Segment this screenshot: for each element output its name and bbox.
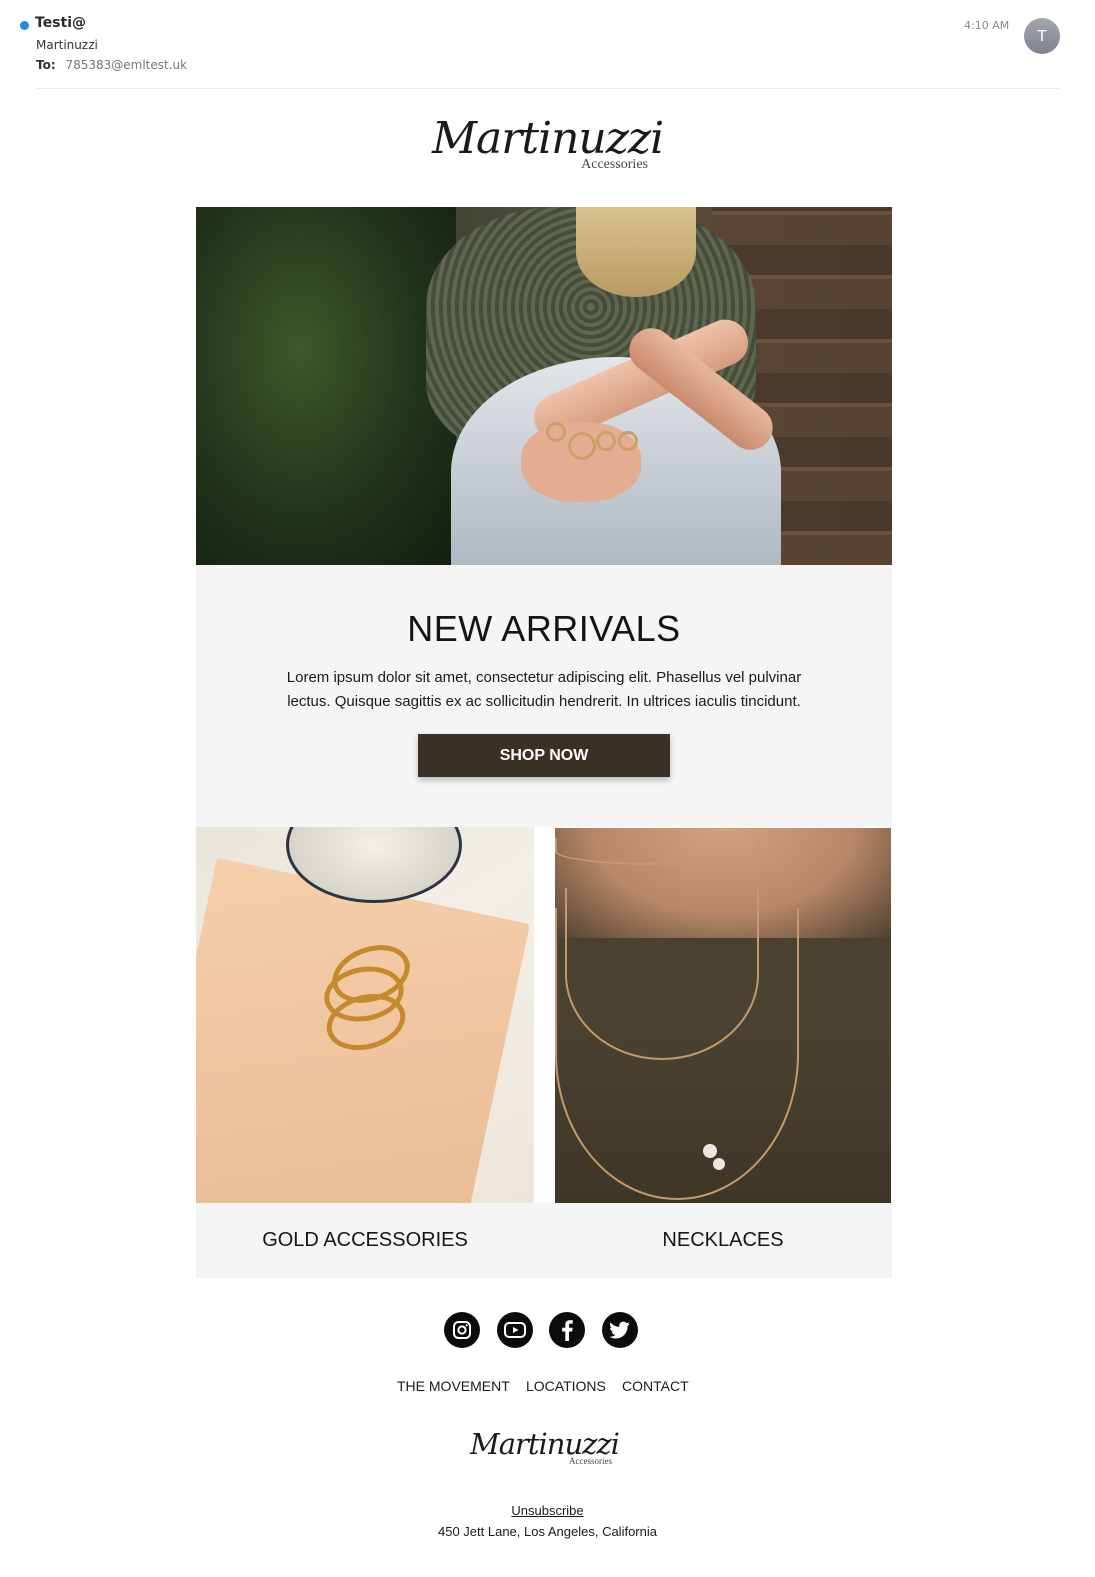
necklace-chain <box>555 838 759 865</box>
product-label-necklaces[interactable]: NECKLACES <box>555 1229 891 1252</box>
unsubscribe-link[interactable]: Unsubscribe <box>0 1503 1095 1518</box>
shop-now-button[interactable]: SHOP NOW <box>418 734 670 777</box>
logo-wordmark: Martinuzzi <box>470 1427 620 1461</box>
pearl-pendant <box>713 1158 725 1170</box>
received-time: 4:10 AM <box>964 19 1010 32</box>
brand-logo[interactable]: Martinuzzi Accessories <box>432 113 664 172</box>
product-label-gold-accessories[interactable]: GOLD ACCESSORIES <box>196 1229 534 1252</box>
avatar-initial: T <box>1037 27 1047 45</box>
section-title: NEW ARRIVALS <box>407 608 681 649</box>
footer-link-contact[interactable]: CONTACT <box>622 1378 689 1394</box>
email-header: Testi@ Martinuzzi To: 785383@emltest.uk … <box>0 0 1095 90</box>
footer-brand-logo[interactable]: Martinuzzi Accessories <box>470 1427 620 1466</box>
hero-image[interactable] <box>196 207 892 565</box>
gold-accessories-image[interactable] <box>196 827 534 1204</box>
necklaces-image[interactable] <box>555 828 891 1203</box>
footer-link-the-movement[interactable]: THE MOVEMENT <box>397 1378 510 1394</box>
to-label: To: <box>36 58 56 72</box>
recipient-address[interactable]: 785383@emltest.uk <box>65 58 187 72</box>
hero-ring <box>596 431 616 451</box>
recipient-row: To: 785383@emltest.uk <box>36 58 187 72</box>
avatar[interactable]: T <box>1024 18 1060 54</box>
pearl-pendant <box>703 1144 717 1158</box>
company-address: 450 Jett Lane, Los Angeles, California <box>438 1524 657 1539</box>
unread-indicator <box>20 21 29 30</box>
hero-ring <box>618 431 638 451</box>
hero-ring <box>568 432 596 460</box>
hero-hair <box>576 207 696 297</box>
hero-foliage <box>196 207 456 565</box>
email-subject: Martinuzzi <box>36 38 98 52</box>
logo-wordmark: Martinuzzi <box>432 113 664 164</box>
footer-link-locations[interactable]: LOCATIONS <box>526 1378 606 1394</box>
header-divider <box>36 88 1060 89</box>
sender-name[interactable]: Testi@ <box>35 15 86 31</box>
facebook-icon[interactable] <box>549 1312 585 1348</box>
twitter-icon[interactable] <box>602 1312 638 1348</box>
youtube-icon[interactable] <box>497 1312 533 1348</box>
instagram-icon[interactable] <box>444 1312 480 1348</box>
intro-paragraph: Lorem ipsum dolor sit amet, consectetur … <box>286 669 802 710</box>
hero-ring <box>546 422 566 442</box>
necklace-chain <box>555 908 799 1200</box>
intro-section: NEW ARRIVALS Lorem ipsum dolor sit amet,… <box>196 565 892 827</box>
